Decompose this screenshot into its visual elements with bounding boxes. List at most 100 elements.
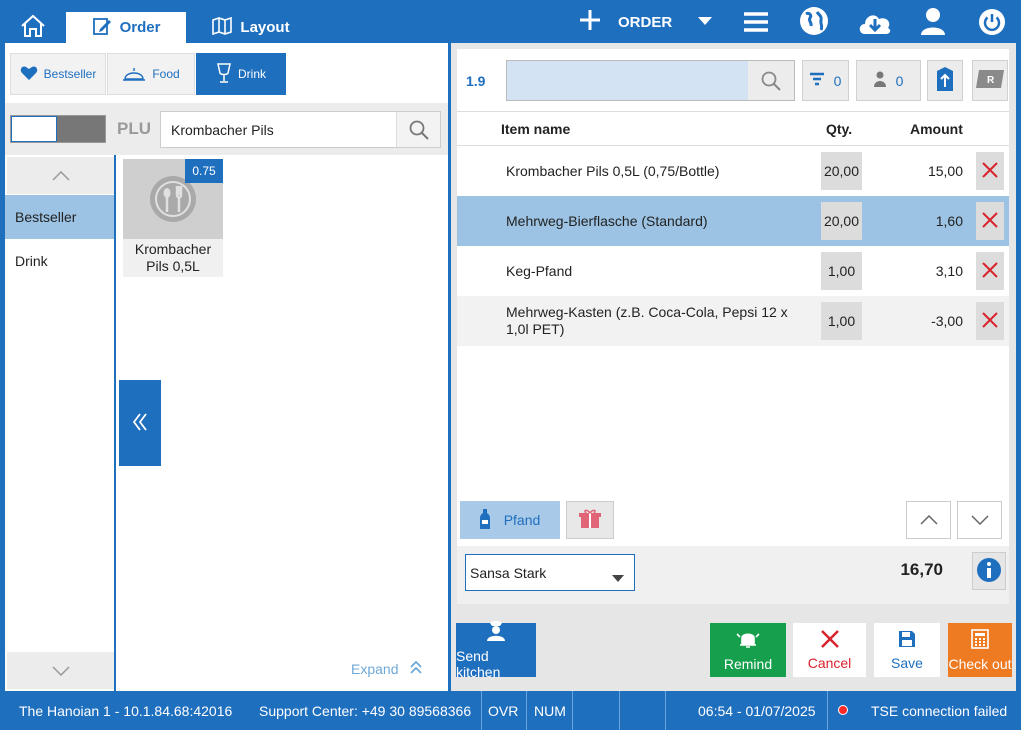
scroll-up-button[interactable] <box>7 157 114 194</box>
tab-layout[interactable]: Layout <box>196 12 306 43</box>
order-item-amount: 3,10 <box>935 263 963 279</box>
category-bestseller-label: Bestseller <box>43 67 97 81</box>
order-row[interactable]: Mehrweg-Kasten (z.B. Coca-Cola, Pepsi 12… <box>457 296 1009 346</box>
search-icon[interactable] <box>396 112 440 147</box>
cloud-download-icon[interactable] <box>856 6 894 38</box>
takeaway-bag-icon <box>934 65 956 96</box>
divider <box>827 691 828 730</box>
order-menu-label: ORDER <box>618 13 673 31</box>
order-item-qty[interactable]: 1,00 <box>821 302 862 340</box>
scroll-up-button[interactable] <box>906 501 951 539</box>
filter-icon <box>809 72 824 89</box>
home-icon[interactable] <box>18 11 48 41</box>
tse-status: TSE connection failed <box>871 702 1008 719</box>
delete-item-button[interactable] <box>976 152 1004 190</box>
order-item-name: Mehrweg-Kasten (z.B. Coca-Cola, Pepsi 12… <box>506 304 788 337</box>
product-name: Krombacher Pils 0,5L <box>134 241 212 274</box>
save-icon <box>898 630 916 651</box>
sidebar-item-drink[interactable]: Drink <box>5 239 114 283</box>
info-icon <box>976 557 1002 586</box>
cancel-button[interactable]: Cancel <box>793 623 866 677</box>
scroll-down-button[interactable] <box>7 652 114 689</box>
globe-icon[interactable] <box>798 5 830 37</box>
product-badge: 0.75 <box>185 159 223 183</box>
save-label: Save <box>891 654 923 671</box>
remind-button[interactable]: Remind <box>710 623 786 677</box>
bottle-icon <box>479 508 490 532</box>
top-bar: Order Layout ORDER <box>0 0 1021 43</box>
scroll-down-button[interactable] <box>957 501 1002 539</box>
divider <box>526 691 527 730</box>
expand-button[interactable]: Expand <box>351 660 423 677</box>
customer-name: Sansa Stark <box>470 565 547 581</box>
check-out-button[interactable]: Check out <box>948 623 1012 677</box>
divider <box>665 691 666 730</box>
takeaway-button[interactable] <box>927 60 963 101</box>
user-icon[interactable] <box>918 6 948 36</box>
power-icon[interactable] <box>977 7 1006 36</box>
order-row[interactable]: Krombacher Pils 0,5L (0,75/Bottle) 20,00… <box>457 146 1009 196</box>
filter-count: 0 <box>833 72 842 89</box>
expand-label: Expand <box>351 660 399 677</box>
order-header: 1.9 0 0 R <box>457 49 1009 111</box>
delete-item-button[interactable] <box>976 252 1004 290</box>
delete-item-button[interactable] <box>976 302 1004 340</box>
receipt-r-icon: R <box>975 69 1005 92</box>
send-kitchen-label: Send kitchen <box>456 647 501 680</box>
gift-button[interactable] <box>566 501 614 539</box>
order-row-selected[interactable]: Mehrweg-Bierflasche (Standard) 20,00 1,6… <box>457 196 1009 246</box>
receipt-button[interactable]: R <box>972 60 1008 101</box>
double-chevron-left-icon <box>132 412 148 435</box>
plu-search-value: Krombacher Pils <box>171 122 274 138</box>
order-summary: Sansa Stark 16,70 <box>457 546 1009 604</box>
order-item-qty[interactable]: 20,00 <box>821 152 862 190</box>
product-tile[interactable]: 0.75 Krombacher Pils 0,5L <box>123 159 223 277</box>
filter-button[interactable]: 0 <box>802 60 849 101</box>
guest-button[interactable]: 0 <box>856 60 921 101</box>
order-total: 16,70 <box>900 560 943 579</box>
customer-select[interactable]: Sansa Stark <box>465 554 635 591</box>
send-kitchen-button[interactable]: Send kitchen <box>456 620 536 680</box>
column-amount: Amount <box>910 121 963 137</box>
svg-text:R: R <box>987 75 995 86</box>
plu-toggle[interactable] <box>10 115 106 143</box>
gift-icon <box>579 509 601 532</box>
category-drink-label: Drink <box>237 67 266 81</box>
order-item-qty[interactable]: 1,00 <box>821 252 862 290</box>
order-search-input[interactable] <box>506 60 795 101</box>
hamburger-menu-icon[interactable] <box>741 8 771 36</box>
person-icon <box>873 71 886 90</box>
tab-order[interactable]: Order <box>66 12 186 43</box>
chevron-up-icon <box>919 512 938 528</box>
order-row[interactable]: Keg-Pfand 1,00 3,10 <box>457 246 1009 296</box>
status-bar: The Hanoian 1 - 10.1.84.68:42016 Support… <box>0 691 1021 730</box>
search-icon[interactable] <box>748 61 794 100</box>
chevron-down-icon <box>698 14 713 31</box>
order-item-name: Mehrweg-Bierflasche (Standard) <box>506 212 708 229</box>
chevron-down-icon <box>970 512 989 528</box>
order-item-amount: 1,60 <box>935 213 963 229</box>
date-time: 06:54 - 01/07/2025 <box>698 702 816 719</box>
save-button[interactable]: Save <box>874 623 940 677</box>
tse-status-dot <box>838 705 848 715</box>
sidebar-item-label: Bestseller <box>15 209 77 225</box>
tab-layout-label: Layout <box>240 19 290 36</box>
info-button[interactable] <box>972 552 1006 590</box>
pfand-button[interactable]: Pfand <box>460 501 560 539</box>
close-icon <box>982 161 998 181</box>
divider <box>619 691 620 730</box>
edit-order-icon <box>92 16 112 40</box>
order-menu-button[interactable]: ORDER <box>578 6 728 38</box>
product-panel: Bestseller Food Drink PLU Krombacher Pil… <box>5 43 448 691</box>
collapse-panel-button[interactable] <box>119 380 161 466</box>
plus-icon <box>578 8 602 36</box>
delete-item-button[interactable] <box>976 202 1004 240</box>
sidebar-item-bestseller[interactable]: Bestseller <box>5 195 114 239</box>
order-item-amount: -3,00 <box>931 313 963 329</box>
category-food-button[interactable]: Food <box>107 53 195 95</box>
plu-search-field[interactable]: Krombacher Pils <box>160 111 441 148</box>
category-bestseller-button[interactable]: Bestseller <box>10 53 106 95</box>
chevron-down-icon <box>612 569 624 585</box>
order-item-qty[interactable]: 20,00 <box>821 202 862 240</box>
category-drink-button[interactable]: Drink <box>196 53 286 95</box>
